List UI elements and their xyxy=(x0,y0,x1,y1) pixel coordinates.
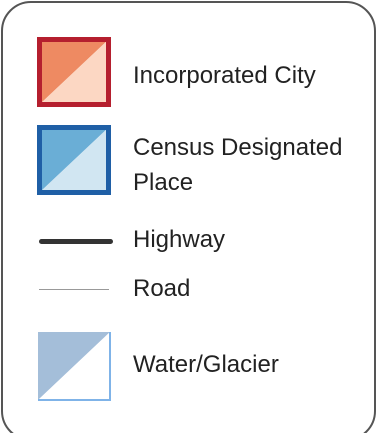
highway-line-symbol xyxy=(39,239,113,244)
water-glacier-swatch xyxy=(37,331,111,401)
census-designated-place-swatch xyxy=(37,125,111,195)
census-designated-place-swatch-graphic xyxy=(37,125,111,195)
incorporated-city-label: Incorporated City xyxy=(133,62,316,89)
road-label: Road xyxy=(133,275,191,302)
census-designated-place-label-line-1: Census Designated xyxy=(133,134,343,161)
incorporated-city-swatch-graphic xyxy=(37,37,111,107)
incorporated-city-swatch xyxy=(37,37,111,107)
road-line-symbol xyxy=(39,289,109,290)
map-legend: Incorporated City Census Designated Plac… xyxy=(1,1,376,433)
census-designated-place-label-line-2: Place xyxy=(133,169,194,196)
highway-label: Highway xyxy=(133,226,226,253)
water-glacier-label: Water/Glacier xyxy=(133,351,279,378)
water-glacier-swatch-graphic xyxy=(38,332,111,401)
